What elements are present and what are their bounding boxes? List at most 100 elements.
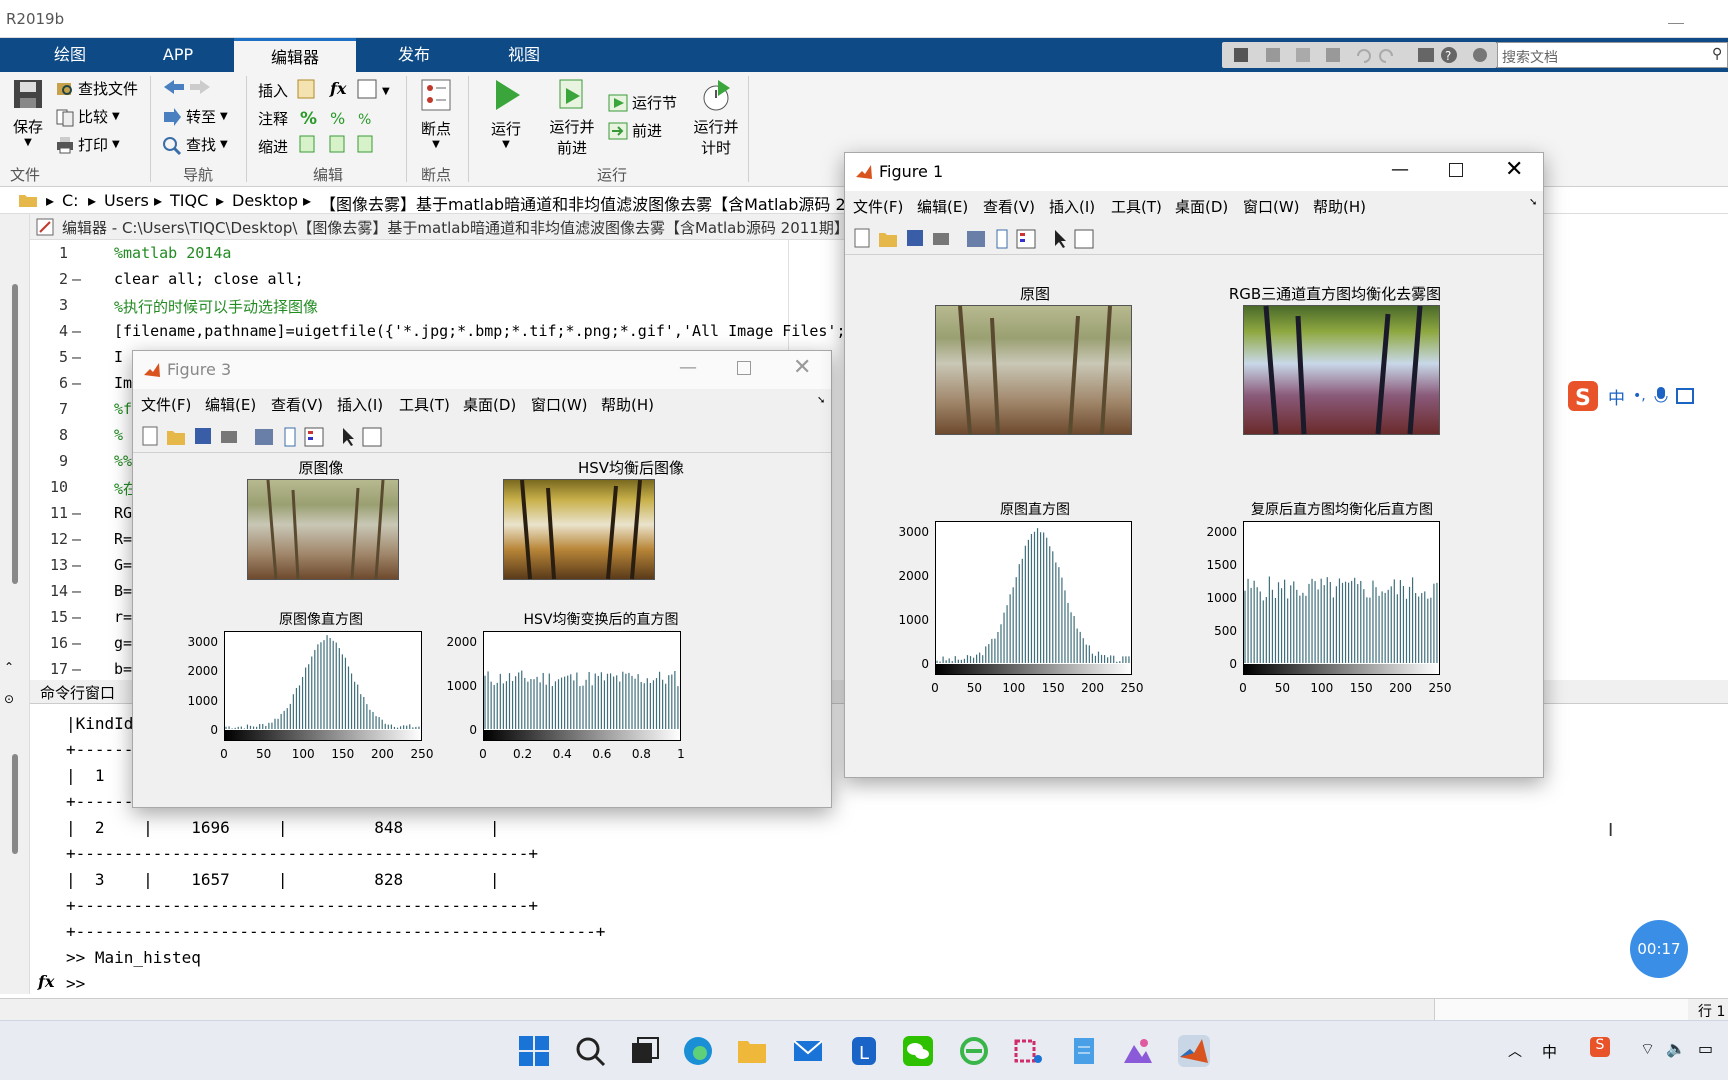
chevron-down-icon[interactable]: ▼ — [112, 139, 120, 150]
run-and-time-button[interactable]: 运行并 计时 — [690, 78, 742, 158]
code-line[interactable]: %% — [114, 452, 132, 470]
search-icon[interactable] — [574, 1035, 606, 1067]
code-line[interactable]: G= — [114, 556, 132, 574]
notepad-icon[interactable] — [1068, 1035, 1100, 1067]
menu-desktop[interactable]: 桌面(D) — [1175, 196, 1228, 217]
expand-icon[interactable]: ⌃ — [4, 660, 14, 674]
breakpoint-marker[interactable]: — — [72, 504, 81, 522]
microphone-icon[interactable] — [1654, 386, 1668, 406]
edit-tool-icons[interactable]: fx ▼ % % % — [296, 78, 396, 158]
code-line[interactable]: RG — [114, 504, 132, 522]
code-line[interactable]: clear all; close all; — [114, 270, 304, 288]
breadcrumb-part[interactable]: TIQC — [170, 191, 208, 210]
breakpoint-marker[interactable]: — — [72, 530, 81, 548]
code-line[interactable]: I — [114, 348, 123, 366]
code-line[interactable]: %执行的时候可以手动选择图像 — [114, 296, 318, 317]
keyboard-icon[interactable] — [1675, 388, 1694, 404]
indent-label[interactable]: 缩进 — [258, 136, 288, 157]
menu-help[interactable]: 帮助(H) — [601, 394, 654, 415]
chevron-down-icon[interactable]: ▼ — [220, 139, 228, 150]
breakpoint-marker[interactable]: — — [72, 270, 81, 288]
menu-tools[interactable]: 工具(T) — [1111, 196, 1162, 217]
collapse-icon[interactable]: ⊙ — [4, 692, 14, 706]
tab-publish[interactable]: 发布 — [364, 38, 464, 72]
windows-start-icon[interactable] — [518, 1035, 550, 1067]
tab-editor[interactable]: 编辑器 — [234, 38, 356, 72]
battery-icon[interactable]: ▭ — [1698, 1039, 1713, 1058]
find-button[interactable]: 查找 ▼ — [162, 134, 228, 155]
minimize-icon[interactable]: — — [1391, 159, 1409, 180]
tab-plots[interactable]: 绘图 — [20, 38, 120, 72]
code-line[interactable]: %f — [114, 400, 132, 418]
menu-file[interactable]: 文件(F) — [853, 196, 903, 217]
mail-icon[interactable] — [792, 1035, 824, 1067]
fx-icon[interactable]: fx — [38, 972, 54, 991]
run-button[interactable]: 运行 ▼ — [484, 78, 528, 150]
breakpoint-marker[interactable]: — — [72, 322, 81, 340]
code-line[interactable]: [filename,pathname]=uigetfile({'*.jpg;*.… — [114, 322, 846, 340]
file-explorer-icon[interactable] — [736, 1035, 768, 1067]
print-button[interactable]: 打印 ▼ — [56, 134, 120, 155]
breakpoint-marker[interactable]: — — [72, 582, 81, 600]
quick-access-icons[interactable]: ? — [1222, 42, 1497, 68]
maximize-icon[interactable] — [1449, 163, 1463, 177]
back-forward-buttons[interactable] — [162, 78, 212, 96]
chevron-down-icon[interactable]: ▼ — [112, 111, 120, 122]
chevron-down-icon[interactable]: ▼ — [8, 137, 48, 148]
code-line[interactable]: g= — [114, 634, 132, 652]
volume-icon[interactable]: 🔈 — [1666, 1039, 1686, 1058]
breakpoint-marker[interactable]: — — [72, 348, 81, 366]
breadcrumb-part[interactable]: 【图像去雾】基于matlab暗通道和非均值滤波图像去雾【含Matlab源码 20… — [320, 191, 892, 213]
chevron-down-icon[interactable]: ▼ — [484, 139, 528, 150]
task-view-icon[interactable] — [628, 1035, 660, 1067]
run-and-advance-button[interactable]: 运行并 前进 — [546, 78, 598, 158]
menu-view[interactable]: 查看(V) — [271, 394, 323, 415]
breadcrumb-part[interactable]: C: — [62, 191, 79, 210]
menu-file[interactable]: 文件(F) — [141, 394, 191, 415]
breadcrumb-part[interactable]: Users — [104, 191, 149, 210]
comment-label[interactable]: 注释 — [258, 108, 288, 129]
recording-timer[interactable]: 00:17 — [1630, 920, 1688, 978]
matlab-icon[interactable] — [1178, 1035, 1210, 1067]
photos-icon[interactable] — [1122, 1035, 1154, 1067]
breakpoint-marker[interactable]: — — [72, 608, 81, 626]
menu-help[interactable]: 帮助(H) — [1313, 196, 1366, 217]
insert-label[interactable]: 插入 — [258, 80, 288, 101]
menu-insert[interactable]: 插入(I) — [337, 394, 383, 415]
close-icon[interactable]: ✕ — [793, 355, 811, 380]
ime-toolbar[interactable]: S 中 •, — [1566, 378, 1728, 414]
tab-view[interactable]: 视图 — [474, 38, 574, 72]
ime-chinese-mode[interactable]: 中 — [1608, 384, 1625, 409]
minimize-icon[interactable] — [1668, 8, 1684, 24]
menu-view[interactable]: 查看(V) — [983, 196, 1035, 217]
tray-lang[interactable]: 中 — [1542, 1041, 1557, 1062]
menu-edit[interactable]: 编辑(E) — [917, 196, 968, 217]
save-button[interactable]: 保存 ▼ — [8, 78, 48, 158]
breakpoints-button[interactable]: 断点 ▼ — [414, 78, 458, 150]
find-files-button[interactable]: 查找文件 — [56, 78, 138, 99]
tray-chevron-up-icon[interactable]: ︿ — [1508, 1041, 1522, 1061]
wechat-icon[interactable] — [902, 1035, 934, 1067]
menu-tools[interactable]: 工具(T) — [399, 394, 450, 415]
tab-apps[interactable]: APP — [128, 38, 228, 72]
close-icon[interactable]: ✕ — [1505, 157, 1523, 182]
menu-insert[interactable]: 插入(I) — [1049, 196, 1095, 217]
search-docs-input[interactable]: 搜索文档 ⚲ — [1497, 42, 1728, 68]
maximize-icon[interactable] — [737, 361, 751, 375]
code-line[interactable]: % — [114, 426, 123, 444]
dock-arrow-icon[interactable]: ➘ — [1529, 197, 1537, 208]
menu-window[interactable]: 窗口(W) — [531, 394, 588, 415]
breakpoint-marker[interactable]: — — [72, 634, 81, 652]
breakpoint-marker[interactable]: — — [72, 374, 81, 392]
sogou-tray-icon[interactable]: S — [1590, 1037, 1610, 1057]
code-line[interactable]: B= — [114, 582, 132, 600]
code-line[interactable]: %matlab 2014a — [114, 244, 231, 262]
chevron-down-icon[interactable]: ▼ — [414, 139, 458, 150]
code-line[interactable]: Im — [114, 374, 132, 392]
figure-toolbar-icons[interactable] — [849, 227, 1109, 249]
scrollbar[interactable] — [12, 754, 18, 854]
cmd-prompt[interactable]: >> — [66, 974, 85, 993]
punctuation-icon[interactable]: •, — [1633, 388, 1646, 404]
compare-button[interactable]: 比较 ▼ — [56, 106, 120, 127]
code-line[interactable]: b= — [114, 660, 132, 678]
